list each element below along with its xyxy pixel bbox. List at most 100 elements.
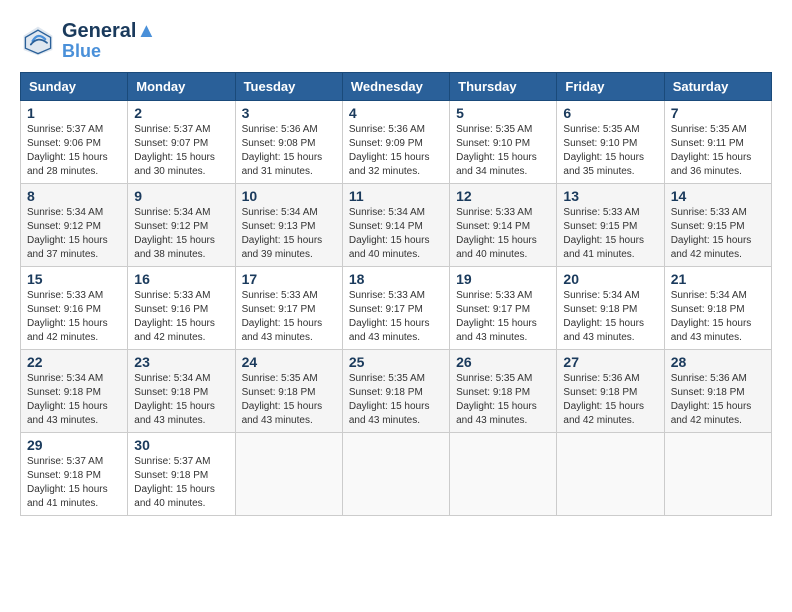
day-number: 24 xyxy=(242,354,336,370)
calendar-cell xyxy=(557,432,664,515)
weekday-header-thursday: Thursday xyxy=(450,72,557,100)
calendar-cell: 27 Sunrise: 5:36 AMSunset: 9:18 PMDaylig… xyxy=(557,349,664,432)
calendar-cell: 11 Sunrise: 5:34 AMSunset: 9:14 PMDaylig… xyxy=(342,183,449,266)
day-info: Sunrise: 5:34 AMSunset: 9:18 PMDaylight:… xyxy=(671,290,752,343)
day-info: Sunrise: 5:33 AMSunset: 9:16 PMDaylight:… xyxy=(27,290,108,343)
page-header: General▲ Blue xyxy=(20,20,772,62)
day-info: Sunrise: 5:34 AMSunset: 9:18 PMDaylight:… xyxy=(134,373,215,426)
calendar-cell: 6 Sunrise: 5:35 AMSunset: 9:10 PMDayligh… xyxy=(557,100,664,183)
day-info: Sunrise: 5:33 AMSunset: 9:15 PMDaylight:… xyxy=(671,207,752,260)
day-info: Sunrise: 5:36 AMSunset: 9:08 PMDaylight:… xyxy=(242,124,323,177)
day-info: Sunrise: 5:33 AMSunset: 9:17 PMDaylight:… xyxy=(349,290,430,343)
calendar-cell: 18 Sunrise: 5:33 AMSunset: 9:17 PMDaylig… xyxy=(342,266,449,349)
day-info: Sunrise: 5:33 AMSunset: 9:17 PMDaylight:… xyxy=(456,290,537,343)
day-info: Sunrise: 5:36 AMSunset: 9:18 PMDaylight:… xyxy=(671,373,752,426)
day-info: Sunrise: 5:37 AMSunset: 9:06 PMDaylight:… xyxy=(27,124,108,177)
calendar-cell xyxy=(342,432,449,515)
calendar-cell xyxy=(235,432,342,515)
day-info: Sunrise: 5:35 AMSunset: 9:10 PMDaylight:… xyxy=(456,124,537,177)
logo: General▲ Blue xyxy=(20,20,156,62)
calendar-cell: 4 Sunrise: 5:36 AMSunset: 9:09 PMDayligh… xyxy=(342,100,449,183)
calendar-cell: 24 Sunrise: 5:35 AMSunset: 9:18 PMDaylig… xyxy=(235,349,342,432)
day-number: 6 xyxy=(563,105,657,121)
calendar-cell xyxy=(664,432,771,515)
day-number: 28 xyxy=(671,354,765,370)
calendar-cell: 13 Sunrise: 5:33 AMSunset: 9:15 PMDaylig… xyxy=(557,183,664,266)
day-info: Sunrise: 5:35 AMSunset: 9:18 PMDaylight:… xyxy=(242,373,323,426)
day-info: Sunrise: 5:35 AMSunset: 9:10 PMDaylight:… xyxy=(563,124,644,177)
day-number: 2 xyxy=(134,105,228,121)
day-info: Sunrise: 5:36 AMSunset: 9:18 PMDaylight:… xyxy=(563,373,644,426)
day-number: 7 xyxy=(671,105,765,121)
day-number: 30 xyxy=(134,437,228,453)
day-info: Sunrise: 5:33 AMSunset: 9:16 PMDaylight:… xyxy=(134,290,215,343)
calendar-cell: 25 Sunrise: 5:35 AMSunset: 9:18 PMDaylig… xyxy=(342,349,449,432)
calendar-cell: 23 Sunrise: 5:34 AMSunset: 9:18 PMDaylig… xyxy=(128,349,235,432)
day-number: 19 xyxy=(456,271,550,287)
weekday-header-tuesday: Tuesday xyxy=(235,72,342,100)
day-number: 18 xyxy=(349,271,443,287)
day-number: 4 xyxy=(349,105,443,121)
calendar-cell: 1 Sunrise: 5:37 AMSunset: 9:06 PMDayligh… xyxy=(21,100,128,183)
calendar-cell: 30 Sunrise: 5:37 AMSunset: 9:18 PMDaylig… xyxy=(128,432,235,515)
weekday-header-friday: Friday xyxy=(557,72,664,100)
weekday-header-sunday: Sunday xyxy=(21,72,128,100)
day-info: Sunrise: 5:34 AMSunset: 9:14 PMDaylight:… xyxy=(349,207,430,260)
day-number: 15 xyxy=(27,271,121,287)
calendar-cell: 16 Sunrise: 5:33 AMSunset: 9:16 PMDaylig… xyxy=(128,266,235,349)
calendar-cell: 17 Sunrise: 5:33 AMSunset: 9:17 PMDaylig… xyxy=(235,266,342,349)
calendar-cell xyxy=(450,432,557,515)
calendar-cell: 10 Sunrise: 5:34 AMSunset: 9:13 PMDaylig… xyxy=(235,183,342,266)
day-info: Sunrise: 5:35 AMSunset: 9:18 PMDaylight:… xyxy=(349,373,430,426)
day-number: 27 xyxy=(563,354,657,370)
day-info: Sunrise: 5:34 AMSunset: 9:18 PMDaylight:… xyxy=(27,373,108,426)
weekday-header-monday: Monday xyxy=(128,72,235,100)
day-number: 8 xyxy=(27,188,121,204)
day-info: Sunrise: 5:36 AMSunset: 9:09 PMDaylight:… xyxy=(349,124,430,177)
calendar-cell: 26 Sunrise: 5:35 AMSunset: 9:18 PMDaylig… xyxy=(450,349,557,432)
day-info: Sunrise: 5:33 AMSunset: 9:14 PMDaylight:… xyxy=(456,207,537,260)
calendar-table: SundayMondayTuesdayWednesdayThursdayFrid… xyxy=(20,72,772,516)
calendar-cell: 5 Sunrise: 5:35 AMSunset: 9:10 PMDayligh… xyxy=(450,100,557,183)
day-number: 22 xyxy=(27,354,121,370)
calendar-cell: 22 Sunrise: 5:34 AMSunset: 9:18 PMDaylig… xyxy=(21,349,128,432)
day-number: 14 xyxy=(671,188,765,204)
day-info: Sunrise: 5:33 AMSunset: 9:17 PMDaylight:… xyxy=(242,290,323,343)
calendar-cell: 7 Sunrise: 5:35 AMSunset: 9:11 PMDayligh… xyxy=(664,100,771,183)
calendar-cell: 9 Sunrise: 5:34 AMSunset: 9:12 PMDayligh… xyxy=(128,183,235,266)
calendar-cell: 15 Sunrise: 5:33 AMSunset: 9:16 PMDaylig… xyxy=(21,266,128,349)
day-number: 17 xyxy=(242,271,336,287)
day-number: 16 xyxy=(134,271,228,287)
day-number: 20 xyxy=(563,271,657,287)
day-info: Sunrise: 5:37 AMSunset: 9:18 PMDaylight:… xyxy=(134,456,215,509)
day-number: 12 xyxy=(456,188,550,204)
day-number: 13 xyxy=(563,188,657,204)
logo-text: General▲ Blue xyxy=(62,20,156,62)
day-info: Sunrise: 5:33 AMSunset: 9:15 PMDaylight:… xyxy=(563,207,644,260)
calendar-cell: 3 Sunrise: 5:36 AMSunset: 9:08 PMDayligh… xyxy=(235,100,342,183)
day-number: 3 xyxy=(242,105,336,121)
weekday-header-wednesday: Wednesday xyxy=(342,72,449,100)
day-info: Sunrise: 5:34 AMSunset: 9:12 PMDaylight:… xyxy=(134,207,215,260)
day-info: Sunrise: 5:35 AMSunset: 9:18 PMDaylight:… xyxy=(456,373,537,426)
day-number: 10 xyxy=(242,188,336,204)
day-info: Sunrise: 5:37 AMSunset: 9:18 PMDaylight:… xyxy=(27,456,108,509)
calendar-cell: 2 Sunrise: 5:37 AMSunset: 9:07 PMDayligh… xyxy=(128,100,235,183)
calendar-cell: 20 Sunrise: 5:34 AMSunset: 9:18 PMDaylig… xyxy=(557,266,664,349)
day-number: 5 xyxy=(456,105,550,121)
day-number: 9 xyxy=(134,188,228,204)
calendar-cell: 29 Sunrise: 5:37 AMSunset: 9:18 PMDaylig… xyxy=(21,432,128,515)
logo-icon xyxy=(20,23,56,59)
day-info: Sunrise: 5:34 AMSunset: 9:18 PMDaylight:… xyxy=(563,290,644,343)
day-number: 1 xyxy=(27,105,121,121)
day-number: 26 xyxy=(456,354,550,370)
day-number: 29 xyxy=(27,437,121,453)
day-info: Sunrise: 5:37 AMSunset: 9:07 PMDaylight:… xyxy=(134,124,215,177)
weekday-header-saturday: Saturday xyxy=(664,72,771,100)
day-number: 25 xyxy=(349,354,443,370)
day-number: 21 xyxy=(671,271,765,287)
day-info: Sunrise: 5:35 AMSunset: 9:11 PMDaylight:… xyxy=(671,124,752,177)
calendar-cell: 14 Sunrise: 5:33 AMSunset: 9:15 PMDaylig… xyxy=(664,183,771,266)
day-info: Sunrise: 5:34 AMSunset: 9:13 PMDaylight:… xyxy=(242,207,323,260)
day-number: 23 xyxy=(134,354,228,370)
